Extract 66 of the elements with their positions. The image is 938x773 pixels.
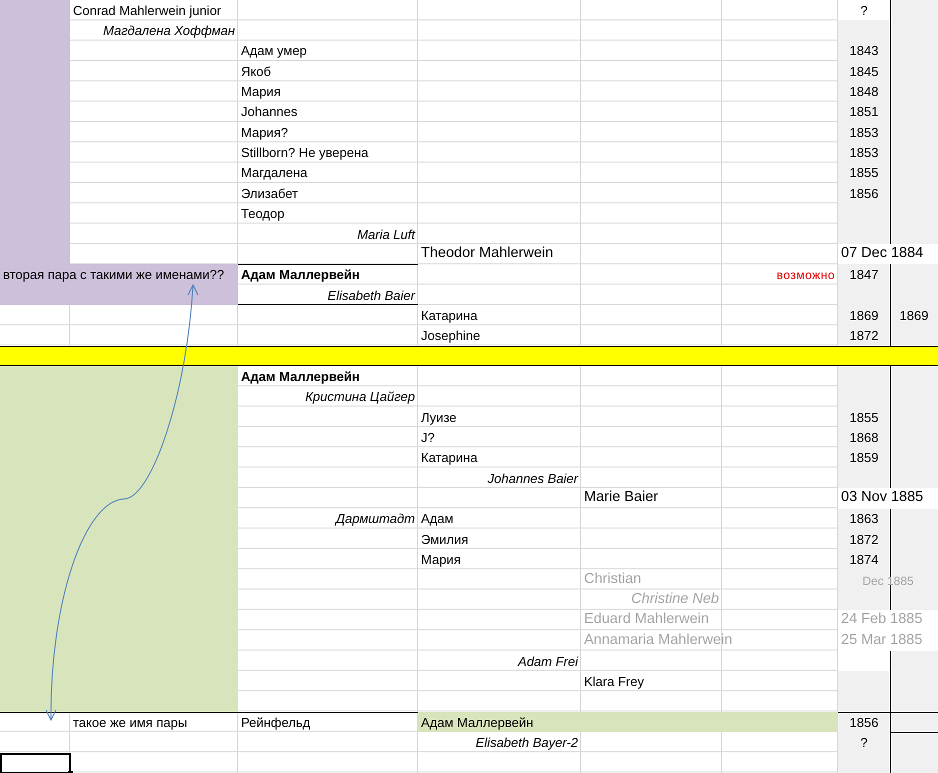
year-cell-text: ? xyxy=(859,734,869,752)
table-cell-text: Магдалена xyxy=(240,164,308,182)
table-cell-text: Эмилия xyxy=(420,530,470,549)
table-cell-text: Klara Frey xyxy=(583,673,645,692)
year-cell-text: 1845 xyxy=(848,62,880,81)
selected-cell[interactable] xyxy=(0,752,71,773)
year-cell-text: 1872 xyxy=(848,530,880,549)
table-cell-text: Луизе xyxy=(420,408,458,427)
year-cell-text: 1848 xyxy=(848,83,880,102)
date-cell: 03 Nov 1885 xyxy=(838,488,938,509)
table-cell-text: Катарина xyxy=(420,449,478,468)
table-cell-text: такое же имя пары xyxy=(72,714,188,732)
person-name-cell-text: Theodor Mahlerwein xyxy=(420,244,554,264)
year-cell-text: 1856 xyxy=(848,184,880,203)
table-cell-text: Адам умер xyxy=(240,42,308,60)
spouse-name-cell-text: Elisabeth Bayer-2 xyxy=(474,734,579,752)
table-cell: Адам Маллервейн xyxy=(418,712,838,732)
year-cell-text: 1843 xyxy=(848,42,880,60)
date-cell: 07 Dec 1884 xyxy=(838,244,938,264)
table-cell-text: Conrad Mahlerwein junior xyxy=(72,2,222,20)
year-cell-text: 1863 xyxy=(848,510,880,528)
table-cell-text: Элизабет xyxy=(240,184,300,203)
table-cell-text: Stillborn? Не уверена xyxy=(240,144,370,162)
person-name-cell-text: Адам Маллервейн xyxy=(240,368,361,386)
year-cell-text: 1847 xyxy=(848,266,880,284)
year-cell-text: 1874 xyxy=(848,550,880,569)
spouse-name-cell-text: Дармштадт xyxy=(334,510,416,528)
table-cell-text: Johannes xyxy=(240,103,298,122)
table-cell-text: Адам xyxy=(420,510,454,528)
year-cell-text: 1869 xyxy=(898,306,930,325)
table-cell-text: J? xyxy=(420,428,436,447)
year-cell-text: 1853 xyxy=(848,144,880,162)
year-cell-text: 1869 xyxy=(848,306,880,325)
person-name-cell-text: Christian xyxy=(583,570,642,589)
person-name-cell-text: Annamaria Mahlerwein xyxy=(583,630,734,650)
person-name-cell-text: Marie Baier xyxy=(583,488,660,508)
table-cell-text: вторая пара с такими же именами?? xyxy=(2,266,226,284)
table-cell-text: Мария xyxy=(420,550,462,569)
year-cell-text: 1855 xyxy=(848,408,880,427)
spouse-name-cell-text: Кристина Цайгер xyxy=(304,388,416,406)
spouse-name-cell-text: Магдалена Хоффман xyxy=(102,22,236,40)
year-cell-text: 1872 xyxy=(848,327,880,346)
table-cell-text: Мария? xyxy=(240,124,289,142)
person-name-cell-text: Eduard Mahlerwein xyxy=(583,610,710,630)
spouse-name-cell-text: Adam Frei xyxy=(516,652,580,671)
table-cell-text: Катарина xyxy=(420,306,478,325)
year-cell-text: 1853 xyxy=(848,124,880,142)
table-cell-text: Якоб xyxy=(240,62,272,81)
year-cell-text: 1855 xyxy=(848,164,880,182)
year-cell-text: 1856 xyxy=(848,714,880,732)
table-cell-text: Теодор xyxy=(240,205,286,224)
spouse-name-cell-text: Maria Luft xyxy=(356,226,416,244)
table-cell-text: Рейнфельд xyxy=(240,714,312,732)
table-cell-text: Josephine xyxy=(420,327,482,346)
year-cell: ? xyxy=(838,0,890,20)
date-cell: 24 Feb 1885 xyxy=(838,610,938,631)
spouse-name-cell-text: Christine Neb xyxy=(630,590,720,609)
year-cell-text: 1859 xyxy=(848,449,880,468)
person-name-cell-text: Адам Маллервейн xyxy=(240,266,361,284)
table-cell-text: Мария xyxy=(240,83,282,102)
note-cell-text: возможно xyxy=(776,267,836,284)
date-cell: 25 Mar 1885 xyxy=(838,630,938,651)
spouse-name-cell-text: Elisabeth Baier xyxy=(326,286,416,305)
spouse-name-cell-text: Johannes Baier xyxy=(486,470,580,488)
year-cell-text: 1868 xyxy=(848,428,880,447)
year-cell-text: 1851 xyxy=(848,103,880,122)
